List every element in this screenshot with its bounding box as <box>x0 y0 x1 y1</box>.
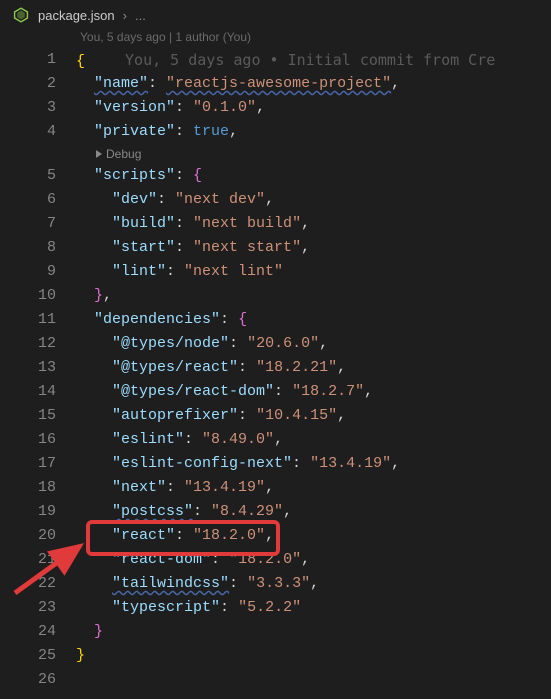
line-number: 17 <box>0 452 76 476</box>
line-number: 1 <box>0 48 76 72</box>
tab-filename[interactable]: package.json <box>38 8 115 23</box>
line-number: 6 <box>0 188 76 212</box>
git-blame-summary[interactable]: You, 5 days ago | 1 author (You) <box>0 30 551 48</box>
line-number: 15 <box>0 404 76 428</box>
line-number: 21 <box>0 548 76 572</box>
chevron-right-icon: › <box>123 8 127 23</box>
code-editor[interactable]: 1{You, 5 days ago • Initial commit from … <box>0 48 551 692</box>
line-number: 19 <box>0 500 76 524</box>
line-number: 10 <box>0 284 76 308</box>
line-number: 14 <box>0 380 76 404</box>
line-number: 23 <box>0 596 76 620</box>
line-number: 26 <box>0 668 76 692</box>
line-number: 25 <box>0 644 76 668</box>
debug-codelens[interactable]: Debug <box>0 144 551 164</box>
line-number: 22 <box>0 572 76 596</box>
line-number: 16 <box>0 428 76 452</box>
line-number: 7 <box>0 212 76 236</box>
line-number: 12 <box>0 332 76 356</box>
line-number: 13 <box>0 356 76 380</box>
breadcrumb-bar: package.json › ... <box>0 0 551 30</box>
nodejs-icon <box>12 6 30 24</box>
inline-git-blame: You, 5 days ago • Initial commit from Cr… <box>85 51 495 69</box>
line-number: 24 <box>0 620 76 644</box>
line-number: 9 <box>0 260 76 284</box>
play-icon <box>96 150 102 158</box>
line-number: 2 <box>0 72 76 96</box>
line-number: 20 <box>0 524 76 548</box>
line-number: 5 <box>0 164 76 188</box>
line-number: 3 <box>0 96 76 120</box>
line-number: 11 <box>0 308 76 332</box>
breadcrumb-more[interactable]: ... <box>135 8 146 23</box>
line-number: 4 <box>0 120 76 144</box>
line-number: 8 <box>0 236 76 260</box>
line-number: 18 <box>0 476 76 500</box>
